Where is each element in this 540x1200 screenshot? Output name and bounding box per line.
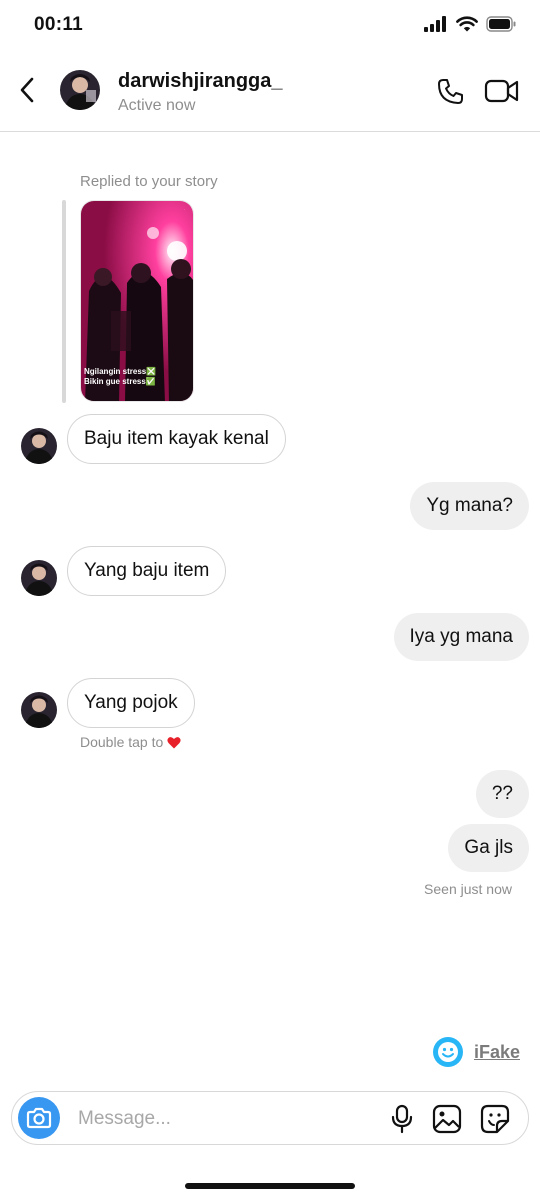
message-input[interactable] — [78, 1106, 358, 1132]
avatar[interactable] — [60, 70, 100, 110]
status-time: 00:11 — [34, 14, 84, 35]
story-username: · — [183, 207, 185, 212]
signal-icon — [424, 16, 446, 32]
story-caption-line2: Bikin gue stress✅ — [84, 377, 156, 386]
microphone-icon[interactable] — [390, 1104, 414, 1134]
ifake-label: iFake — [473, 1041, 520, 1062]
phone-icon[interactable] — [436, 78, 464, 106]
camera-icon — [26, 1107, 52, 1129]
active-status: Active now — [118, 97, 196, 114]
video-call-icon[interactable] — [484, 78, 520, 104]
chat-header: darwishjirangga_ Active now — [0, 52, 540, 132]
reply-indicator-bar — [62, 200, 66, 403]
avatar[interactable] — [21, 560, 57, 596]
message-composer — [11, 1091, 529, 1145]
message-bubble-outgoing[interactable]: Ga jls — [448, 824, 529, 872]
home-indicator[interactable] — [185, 1183, 355, 1189]
message-bubble-outgoing[interactable]: Yg mana? — [410, 482, 529, 530]
smiley-icon — [432, 1037, 463, 1067]
back-arrow-icon[interactable] — [16, 76, 40, 104]
camera-button[interactable] — [18, 1097, 60, 1139]
seen-receipt: Seen just now — [424, 881, 512, 897]
story-thumbnail[interactable]: · Ngilangin stress❎ Bikin gue stress✅ — [80, 200, 194, 402]
message-bubble-outgoing[interactable]: ?? — [475, 770, 529, 818]
story-reply-label: Replied to your story — [80, 173, 218, 190]
double-tap-label: Double tap to — [80, 734, 164, 750]
battery-icon — [486, 16, 516, 32]
story-caption-line1: Ngilangin stress❎ — [84, 367, 157, 376]
ifake-watermark: iFake — [432, 1036, 520, 1068]
heart-icon — [167, 736, 181, 748]
username[interactable]: darwishjirangga_ — [118, 70, 283, 93]
avatar[interactable] — [21, 692, 57, 728]
message-bubble-outgoing[interactable]: Iya yg mana — [393, 613, 529, 661]
double-tap-hint: Double tap to — [80, 734, 181, 750]
wifi-icon — [456, 16, 478, 32]
message-bubble-incoming[interactable]: Baju item kayak kenal — [67, 414, 286, 464]
status-icons — [424, 16, 516, 32]
message-bubble-incoming[interactable]: Yang baju item — [67, 546, 227, 596]
message-bubble-incoming[interactable]: Yang pojok — [67, 678, 195, 728]
status-bar: 00:11 — [0, 0, 540, 52]
avatar[interactable] — [21, 428, 57, 464]
sticker-icon[interactable] — [480, 1104, 510, 1134]
gallery-icon[interactable] — [432, 1104, 462, 1134]
